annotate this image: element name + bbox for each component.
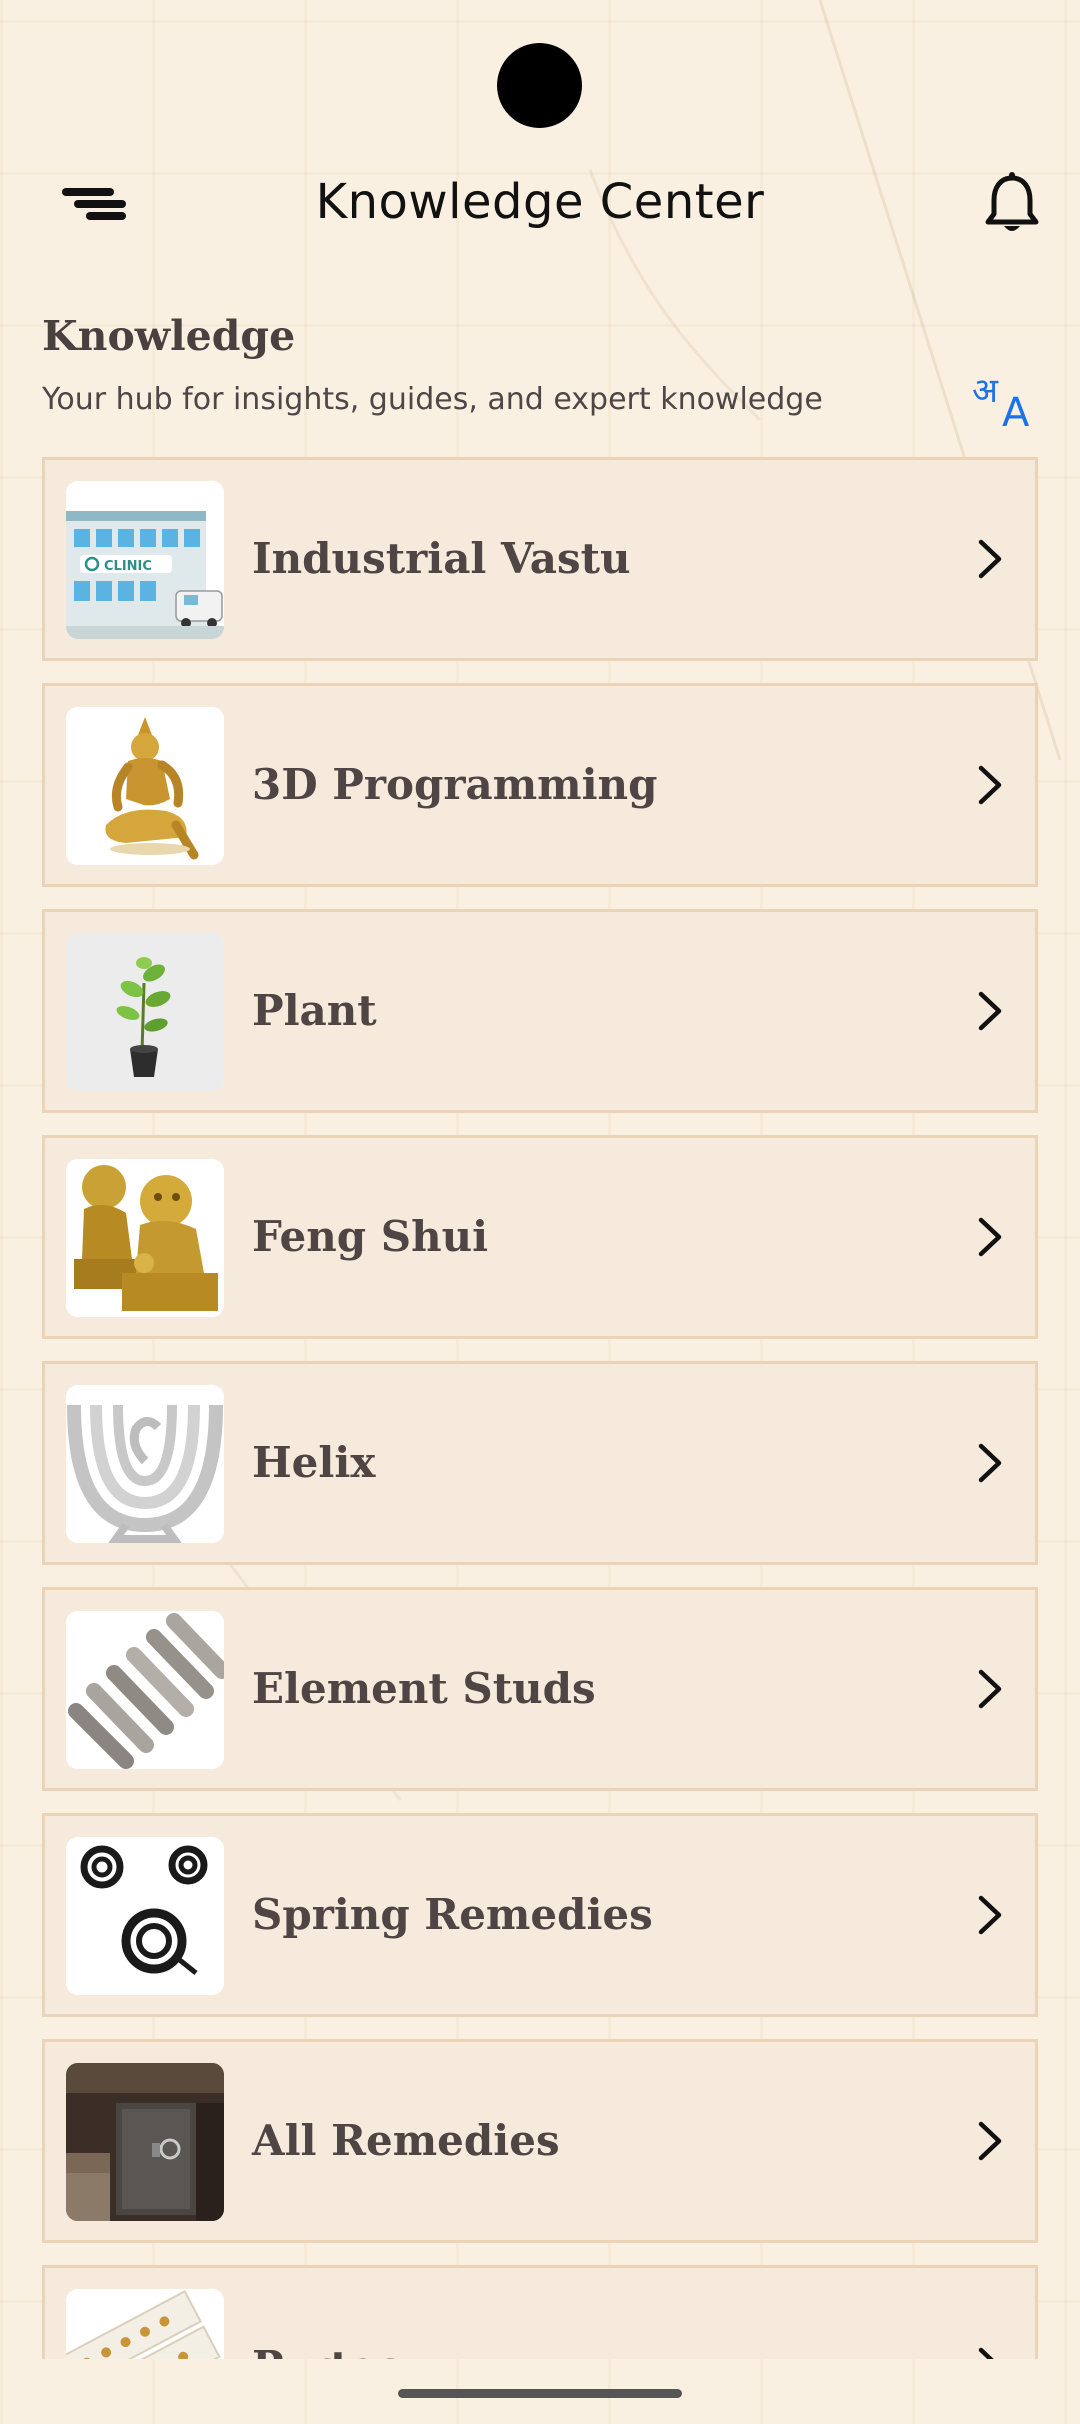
knowledge-item-3d-programming[interactable]: 3D Programming [42,683,1038,887]
knowledge-item-industrial-vastu[interactable]: CLINIC Industrial Vastu [42,457,1038,661]
metal-studs-thumbnail [66,1611,224,1769]
svg-text:अ: अ [972,371,999,411]
chevron-right-icon [978,991,1002,1031]
chevron-right-icon [978,539,1002,579]
knowledge-item-all-remedies[interactable]: All Remedies [42,2039,1038,2243]
golden-fu-lions-thumbnail [66,1159,224,1317]
knowledge-item-helix[interactable]: Helix [42,1361,1038,1565]
chevron-right-icon [978,1669,1002,1709]
chevron-right-icon [978,765,1002,805]
knowledge-item-label: Pyrtec [252,2268,402,2359]
black-springs-thumbnail [66,1837,224,1995]
silver-helix-symbol-thumbnail [66,1385,224,1543]
potted-plant-thumbnail [66,933,224,1091]
section-subtitle: Your hub for insights, guides, and exper… [42,382,823,417]
camera-cutout [497,43,582,128]
knowledge-item-label: Spring Remedies [252,1890,653,1939]
knowledge-item-element-studs[interactable]: Element Studs [42,1587,1038,1791]
chevron-right-icon [978,1443,1002,1483]
chevron-right-icon [978,2347,994,2359]
section-heading: Knowledge [42,312,296,360]
knowledge-item-label: All Remedies [252,2116,560,2165]
pyramid-strips-thumbnail [66,2289,224,2359]
knowledge-item-spring-remedies[interactable]: Spring Remedies [42,1813,1038,2017]
knowledge-item-label: Industrial Vastu [252,534,631,583]
app-bar: Knowledge Center [0,160,1080,250]
knowledge-item-label: Plant [252,986,377,1035]
clinic-building-thumbnail: CLINIC [66,481,224,639]
knowledge-center-screen: Knowledge Center Knowledge Your hub for … [0,0,1080,2424]
safe-locker-thumbnail [66,2063,224,2221]
knowledge-item-label: 3D Programming [252,760,658,809]
chevron-right-icon [978,2121,1002,2161]
knowledge-list: CLINIC Industrial Vastu 3D Programming P… [42,457,1038,2359]
knowledge-item-label: Element Studs [252,1664,596,1713]
bell-icon[interactable] [982,172,1042,238]
knowledge-item-label: Helix [252,1438,376,1487]
page-title: Knowledge Center [315,174,765,230]
knowledge-item-label: Feng Shui [252,1212,489,1261]
svg-text:A: A [1002,390,1030,430]
chevron-right-icon [978,1895,1002,1935]
translate-icon[interactable]: अ A [972,366,1042,436]
knowledge-item-plant[interactable]: Plant [42,909,1038,1113]
home-indicator[interactable] [398,2389,682,2398]
svg-text:CLINIC: CLINIC [104,559,152,574]
knowledge-item-pyrtec[interactable]: Pyrtec [42,2265,1038,2359]
golden-deity-statue-thumbnail [66,707,224,865]
chevron-right-icon [978,1217,1002,1257]
knowledge-item-feng-shui[interactable]: Feng Shui [42,1135,1038,1339]
